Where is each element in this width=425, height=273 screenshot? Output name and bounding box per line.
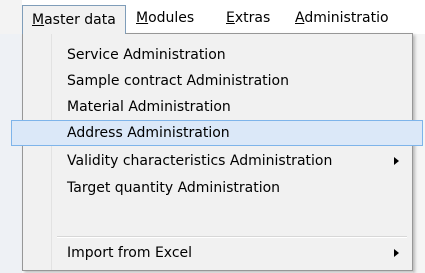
menu-item-label: Address Administration: [67, 125, 230, 141]
menu-item-validity-characteristics-administration[interactable]: Validity characteristics Administration: [26, 148, 407, 174]
menu-modules-accel: M: [136, 10, 149, 26]
menu-item-label: Service Administration: [67, 47, 226, 63]
menu-administration[interactable]: Administratio: [287, 6, 397, 30]
menu-item-label: Sample contract Administration: [67, 73, 289, 89]
menu-item-service-administration[interactable]: Service Administration: [26, 42, 407, 68]
menu-administration-rest: dministratio: [304, 10, 389, 26]
menu-item-label: Target quantity Administration: [67, 180, 281, 196]
menu-item-material-administration[interactable]: Material Administration: [26, 94, 407, 120]
menu-item-label: Validity characteristics Administration: [67, 153, 333, 169]
background-window-edge: [0, 34, 22, 273]
menu-extras-rest: xtras: [234, 10, 271, 26]
menu-administration-accel: A: [295, 10, 305, 26]
menu-extras-accel: E: [226, 10, 235, 26]
menu-modules-rest: odules: [148, 10, 195, 26]
menu-item-label: Import from Excel: [67, 245, 193, 261]
master-data-dropdown: Service Administration Sample contract A…: [11, 33, 423, 271]
menu-master-data-accel: M: [32, 12, 45, 28]
menu-item-address-administration[interactable]: Address Administration: [11, 120, 423, 146]
menu-item-label: Material Administration: [67, 99, 231, 115]
submenu-arrow-icon: [394, 157, 399, 165]
menu-master-data-rest: aster data: [44, 12, 116, 28]
menu-modules[interactable]: Modules: [128, 6, 202, 30]
menu-bar: Master data Modules Extras Administratio: [0, 0, 425, 35]
submenu-arrow-icon: [394, 249, 399, 257]
background-window-right: [413, 34, 425, 273]
menu-item-sample-contract-administration[interactable]: Sample contract Administration: [26, 68, 407, 94]
menubar-left-edge: [0, 0, 22, 34]
menu-item-import-from-excel[interactable]: Import from Excel: [26, 240, 407, 266]
menu-master-data[interactable]: Master data: [22, 5, 126, 34]
menu-separator: [57, 236, 407, 238]
menu-extras[interactable]: Extras: [218, 6, 278, 30]
menu-item-target-quantity-administration[interactable]: Target quantity Administration: [26, 175, 407, 201]
